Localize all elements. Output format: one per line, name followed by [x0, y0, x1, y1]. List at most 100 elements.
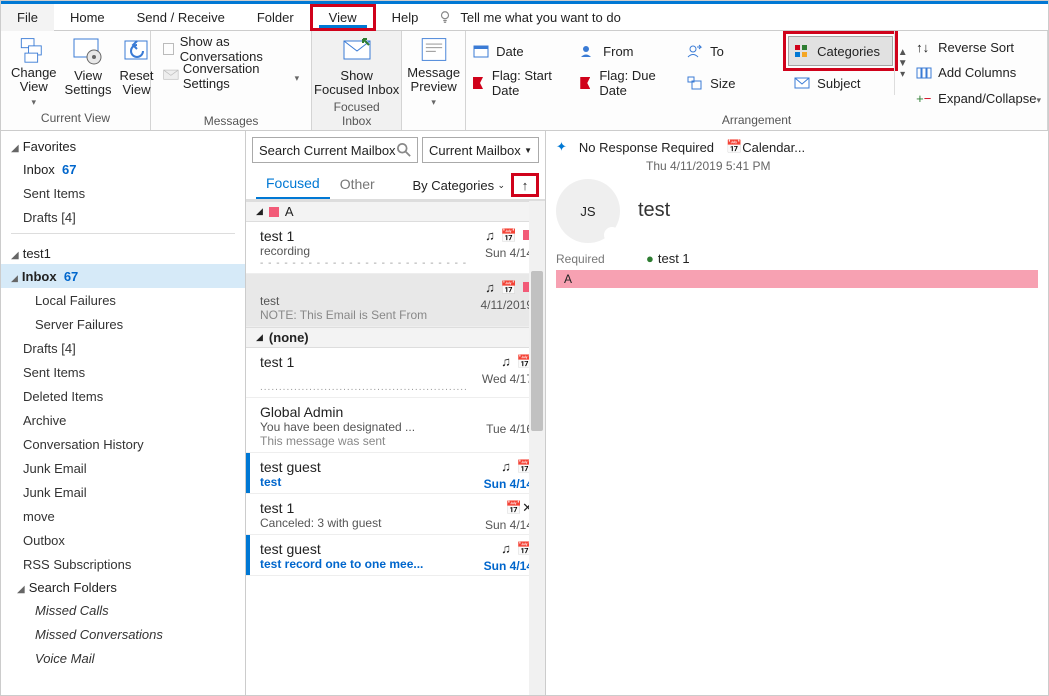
conversation-settings-button[interactable]: Conversation Settings — [157, 63, 305, 89]
folder-move[interactable]: move — [1, 504, 245, 528]
folder-missed-calls[interactable]: Missed Calls — [1, 598, 245, 622]
msg-item[interactable]: Global Admin You have been designated ..… — [246, 398, 545, 453]
menu-file[interactable]: File — [1, 4, 54, 31]
folder-junk2[interactable]: Junk Email — [1, 480, 245, 504]
conv-settings-label: Conversation Settings — [183, 61, 295, 91]
view-settings-label: View Settings — [65, 69, 112, 97]
expand-collapse-label: Expand/Collapse — [938, 91, 1036, 106]
arrange-size[interactable]: Size — [681, 68, 786, 98]
person-to-icon — [686, 43, 704, 59]
arrange-date[interactable]: Date — [467, 36, 572, 66]
group-arrangement-label: Arrangement — [466, 111, 1047, 127]
folder-sent[interactable]: Sent Items — [1, 360, 245, 384]
message-preview-button[interactable]: Message Preview — [408, 31, 459, 109]
folder-archive[interactable]: Archive — [1, 408, 245, 432]
arrange-to[interactable]: To — [681, 36, 786, 66]
menu-send-receive[interactable]: Send / Receive — [121, 4, 241, 31]
tab-focused[interactable]: Focused — [256, 171, 330, 199]
msg-item-selected[interactable]: test NOTE: This Email is Sent From ♫📅 4/… — [246, 274, 545, 327]
expand-collapse-button[interactable]: +−Expand/Collapse — [916, 86, 1041, 111]
bell-icon: ♫ — [485, 280, 495, 296]
arrange-subject[interactable]: Subject — [788, 68, 893, 98]
folder-conv-history[interactable]: Conversation History — [1, 432, 245, 456]
arrange-flag-start[interactable]: Flag: Start Date — [467, 68, 572, 98]
calendar-link[interactable]: Calendar... — [742, 140, 805, 155]
group-focused-label: Focused Inbox — [318, 98, 395, 128]
menu-view[interactable]: View — [310, 4, 376, 31]
arrange-flag-due-label: Flag: Due Date — [599, 68, 668, 98]
tab-other[interactable]: Other — [330, 172, 385, 198]
menu-help[interactable]: Help — [376, 4, 435, 31]
folder-local-failures[interactable]: Local Failures — [1, 288, 245, 312]
arrangement-more[interactable]: ▲▼▾ — [894, 31, 910, 95]
search-scope-dropdown[interactable]: Current Mailbox ▼ — [422, 137, 539, 163]
tell-me[interactable]: Tell me what you want to do — [438, 10, 620, 25]
arrange-flag-due[interactable]: Flag: Due Date — [574, 68, 679, 98]
search-folders-header[interactable]: ◢Search Folders — [1, 576, 245, 598]
arrange-to-label: To — [710, 44, 724, 59]
msg-item[interactable]: test 1 Canceled: 3 with guest 📅✕ Sun 4/1… — [246, 494, 545, 535]
bell-icon: ♫ — [501, 354, 511, 370]
show-conv-label: Show as Conversations — [180, 34, 299, 64]
folder-deleted[interactable]: Deleted Items — [1, 384, 245, 408]
arrange-date-label: Date — [496, 44, 523, 59]
arrange-from[interactable]: From — [574, 36, 679, 66]
group-current-view-label: Current View — [7, 109, 144, 125]
show-as-conversations-checkbox[interactable]: Show as Conversations — [157, 35, 305, 63]
folder-junk1[interactable]: Junk Email — [1, 456, 245, 480]
sort-direction-toggle[interactable]: ↑ — [511, 173, 539, 197]
arrange-subject-label: Subject — [817, 76, 860, 91]
flag-icon — [473, 77, 483, 89]
scrollbar[interactable] — [529, 201, 545, 695]
folder-server-failures[interactable]: Server Failures — [1, 312, 245, 336]
show-focused-inbox-button[interactable]: Show Focused Inbox — [318, 31, 395, 98]
arrange-categories[interactable]: Categories — [788, 36, 893, 66]
person-icon — [579, 43, 597, 59]
bell-icon: ♫ — [501, 541, 511, 557]
folder-drafts-fav[interactable]: Drafts [4] — [1, 205, 245, 229]
accepted-icon: ● — [646, 251, 654, 266]
arrange-flag-start-label: Flag: Start Date — [492, 68, 561, 98]
search-placeholder: Search Current Mailbox — [259, 143, 396, 158]
checkbox-icon — [163, 43, 174, 55]
sort-by-categories[interactable]: By Categories ⌄ ↑ — [412, 173, 539, 197]
bulb-icon — [438, 10, 452, 24]
bell-icon: ♫ — [501, 459, 511, 475]
msg-item[interactable]: test 1 recording - - - - - - - - - - - -… — [246, 222, 545, 274]
favorites-header[interactable]: ◢Favorites — [1, 135, 245, 157]
group-none[interactable]: ◢(none) — [246, 327, 545, 348]
msg-item[interactable]: test 1 .................................… — [246, 348, 545, 398]
category-bar[interactable]: A — [556, 270, 1038, 288]
view-settings-button[interactable]: View Settings — [61, 31, 116, 109]
group-a[interactable]: ◢A — [246, 201, 545, 222]
search-icon[interactable] — [397, 143, 411, 157]
presence-indicator — [604, 227, 620, 243]
search-input[interactable]: Search Current Mailbox — [252, 137, 418, 163]
msg-item[interactable]: test guest test ♫📅 Sun 4/14 — [246, 453, 545, 494]
menu-view-label: View — [329, 10, 357, 25]
folder-outbox[interactable]: Outbox — [1, 528, 245, 552]
categories-icon — [793, 43, 811, 59]
folder-drafts[interactable]: Drafts [4] — [1, 336, 245, 360]
account-header[interactable]: ◢test1 — [1, 242, 245, 264]
folder-inbox[interactable]: ◢Inbox 67 — [1, 264, 245, 288]
folder-voice-mail[interactable]: Voice Mail — [1, 646, 245, 670]
folder-rss[interactable]: RSS Subscriptions — [1, 552, 245, 576]
message-datetime: Thu 4/11/2019 5:41 PM — [646, 159, 1038, 173]
folder-missed-conv[interactable]: Missed Conversations — [1, 622, 245, 646]
avatar-initials: JS — [580, 204, 595, 219]
menu-home[interactable]: Home — [54, 4, 121, 31]
add-columns-button[interactable]: Add Columns — [916, 60, 1041, 85]
flag-icon — [580, 77, 590, 89]
reverse-sort-label: Reverse Sort — [938, 40, 1014, 55]
change-view-button[interactable]: Change View — [7, 31, 61, 109]
folder-sent-fav[interactable]: Sent Items — [1, 181, 245, 205]
arrange-size-label: Size — [710, 76, 735, 91]
reverse-sort-button[interactable]: ↑↓Reverse Sort — [916, 35, 1041, 60]
avatar[interactable]: JS — [556, 179, 620, 243]
focused-inbox-label: Show Focused Inbox — [314, 69, 399, 97]
add-columns-icon — [916, 66, 934, 80]
menu-folder[interactable]: Folder — [241, 4, 310, 31]
msg-item[interactable]: test guest test record one to one mee...… — [246, 535, 545, 576]
folder-inbox-fav[interactable]: Inbox 67 — [1, 157, 245, 181]
